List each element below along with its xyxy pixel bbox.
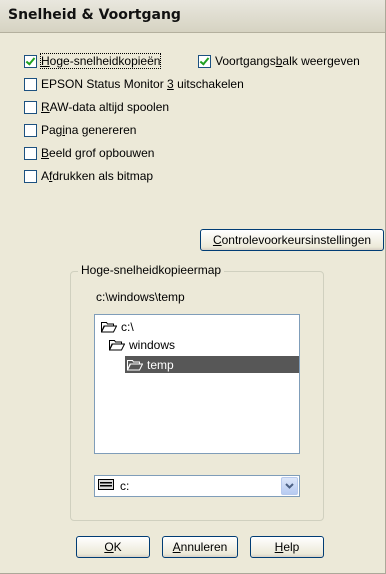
help-button[interactable]: Help [250,536,324,558]
dialog-titlebar: Snelheid & Voortgang [0,0,385,33]
coarse-build-check[interactable] [24,146,37,160]
high-speed-copy-label: Hoge-snelheidkopieën [39,53,162,69]
help-label: Help [274,540,300,554]
raw-spool-check[interactable] [24,100,37,114]
tree-item-label: temp [147,357,174,372]
tree-item-label: windows [129,337,176,352]
tree-item-c-drive[interactable]: c:\ [101,318,134,335]
tree-item-temp[interactable]: temp [125,356,299,373]
raw-spool-label: RAW-data altijd spoolen [41,100,170,114]
speed-progress-dialog: Snelheid & Voortgang Hoge-snelheidkopieë… [0,0,386,574]
status-monitor-checkbox[interactable]: EPSON Status Monitor 3 uitschakelen [24,75,244,93]
progress-bar-check[interactable] [198,54,211,68]
copy-folder-group-title: Hoge-snelheidkopieermap [78,263,225,277]
progress-bar-checkbox[interactable]: Voortgangsbalk weergeven [198,52,360,70]
high-speed-copy-checkbox[interactable]: Hoge-snelheidkopieën [24,52,162,70]
folder-tree[interactable]: c:\ windows temp [94,314,300,454]
drive-icon [98,479,114,493]
drive-select-value: c: [120,479,130,493]
status-monitor-label: EPSON Status Monitor 3 uitschakelen [41,77,244,91]
page-generate-checkbox[interactable]: Pagina genereren [24,121,136,139]
control-settings-button[interactable]: Controlevoorkeursinstellingen [200,229,384,251]
drive-select[interactable]: c: [94,475,300,497]
status-monitor-check[interactable] [24,77,37,91]
page-generate-label: Pagina genereren [41,123,137,137]
ok-label: OK [104,540,122,554]
bitmap-print-check[interactable] [24,169,37,183]
open-folder-icon [101,321,117,333]
bitmap-print-label: Afdrukken als bitmap [41,169,154,183]
raw-spool-checkbox[interactable]: RAW-data altijd spoolen [24,98,169,116]
dialog-title: Snelheid & Voortgang [8,7,181,23]
coarse-build-checkbox[interactable]: Beeld grof opbouwen [24,144,154,162]
open-folder-icon [109,339,125,351]
coarse-build-label: Beeld grof opbouwen [41,146,155,160]
page-generate-check[interactable] [24,123,37,137]
open-folder-icon [127,359,143,371]
cancel-label: Annuleren [172,540,228,554]
bitmap-print-checkbox[interactable]: Afdrukken als bitmap [24,167,153,185]
chevron-down-icon[interactable] [281,477,298,495]
current-path-text: c:\windows\temp [96,290,185,304]
high-speed-copy-check[interactable] [24,54,37,68]
cancel-button[interactable]: Annuleren [162,536,238,558]
control-settings-label: Controlevoorkeursinstellingen [212,233,372,247]
progress-bar-label: Voortgangsbalk weergeven [215,54,360,68]
tree-item-windows[interactable]: windows [109,336,175,353]
ok-button[interactable]: OK [76,536,150,558]
tree-item-label: c:\ [121,319,134,334]
